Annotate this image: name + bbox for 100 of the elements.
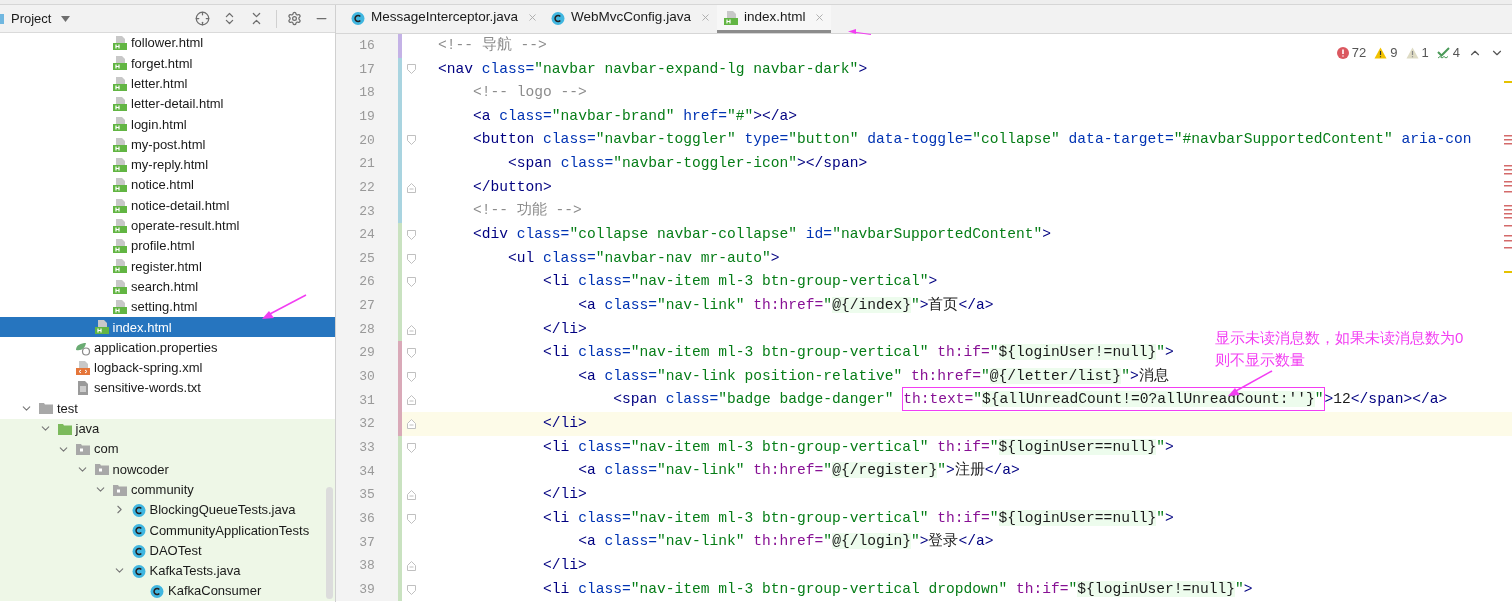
html-file-icon bbox=[112, 299, 128, 315]
tree-item[interactable]: java bbox=[0, 418, 335, 439]
fold-marker-icon[interactable] bbox=[406, 490, 416, 500]
fold-marker-icon[interactable] bbox=[406, 229, 416, 240]
fold-marker-icon[interactable] bbox=[406, 182, 416, 193]
fold-marker-icon[interactable] bbox=[406, 560, 416, 571]
code-line: <div class="collapse navbar-collapse" id="navbarSupportedContent"> bbox=[472, 225, 1052, 244]
scrollbar-thumb[interactable] bbox=[326, 487, 333, 599]
code-line: <li class="nav-item ml-3 btn-group-vertical dropdown" th:if="${loginUser!=null}"> bbox=[542, 579, 1253, 599]
fold-marker-icon[interactable] bbox=[406, 135, 416, 146]
close-icon[interactable] bbox=[814, 12, 826, 23]
code-line: <nav class="navbar navbar-expand-lg navbar-dark"> bbox=[437, 59, 868, 79]
inspection-count[interactable]: 1 bbox=[1405, 43, 1429, 63]
html-file-icon bbox=[112, 197, 128, 214]
code-line: <a class="nav-link position-relative" th:href="@{/letter/list}">消息 bbox=[577, 366, 1169, 386]
fold-marker-icon[interactable] bbox=[406, 419, 416, 430]
inspection-count[interactable]: 72 bbox=[1336, 43, 1367, 63]
code-line: <li class="nav-item ml-3 btn-group-vertical" th:if="${loginUser==null}"> bbox=[542, 508, 1174, 528]
line-number: 23 bbox=[336, 199, 398, 224]
line-number: 36 bbox=[336, 506, 398, 531]
code-line: <button class="navbar-toggler" type="button" data-toggle="collapse" data-target="#navbarSupportedContent" aria-con bbox=[472, 130, 1472, 150]
line-number: 28 bbox=[336, 317, 398, 342]
code-line: <span class="badge badge-danger" th:text="${allUnreadCount!=0?allUnreadCount:''}">12</span></a> bbox=[420, 389, 1448, 412]
tree-item[interactable]: com bbox=[0, 438, 335, 460]
code-line: <a class="navbar-brand" href="#"></a> bbox=[472, 106, 798, 126]
line-number: 30 bbox=[336, 364, 398, 389]
fold-marker-icon[interactable] bbox=[406, 253, 416, 264]
code-line: </li> bbox=[542, 414, 587, 434]
inspection-count[interactable]: 4 bbox=[1436, 43, 1460, 63]
tree-item[interactable]: DAOTest bbox=[0, 540, 335, 561]
annotation-note: 显示未读消息数，如果未读消息数为0 则不显示数量 bbox=[1215, 328, 1464, 370]
arrow-drawing bbox=[847, 28, 874, 36]
class-icon bbox=[350, 9, 366, 26]
tree-item[interactable]: CommunityApplicationTests bbox=[0, 520, 335, 541]
caret-icon bbox=[61, 15, 71, 22]
fold-marker-icon[interactable] bbox=[406, 371, 416, 382]
code-line: </li> bbox=[542, 319, 587, 339]
line-number: 16 bbox=[336, 34, 398, 58]
html-file-icon bbox=[722, 9, 739, 26]
fold-marker-icon[interactable] bbox=[406, 277, 416, 288]
html-file-icon bbox=[112, 75, 128, 92]
project-view-dropdown[interactable]: Project bbox=[11, 8, 71, 29]
locate-icon[interactable] bbox=[195, 11, 210, 26]
class-icon bbox=[130, 522, 147, 539]
class-icon bbox=[149, 583, 165, 600]
code-line: <li class="nav-item ml-3 btn-group-vertical" th:if="${loginUser==null}"> bbox=[542, 437, 1174, 457]
code-line: </li> bbox=[542, 485, 587, 505]
html-file-icon bbox=[112, 55, 128, 72]
fold-marker-icon[interactable] bbox=[406, 395, 416, 406]
html-file-icon bbox=[112, 238, 128, 255]
fold-marker-icon[interactable] bbox=[406, 348, 416, 359]
fold-marker-icon[interactable] bbox=[406, 584, 416, 595]
line-number: 24 bbox=[336, 223, 398, 247]
line-number: 17 bbox=[336, 57, 398, 82]
text-file-icon bbox=[75, 380, 91, 397]
html-file-icon bbox=[112, 35, 128, 52]
line-number: 33 bbox=[336, 435, 398, 460]
code-line: <ul class="navbar-nav mr-auto"> bbox=[507, 248, 780, 268]
line-number: 27 bbox=[336, 294, 398, 318]
code-line: </li> bbox=[542, 555, 587, 575]
html-file-icon bbox=[112, 96, 128, 113]
html-file-icon bbox=[112, 136, 128, 153]
editor-tab[interactable]: MessageInterceptor.java bbox=[344, 5, 545, 33]
code-line: <!-- logo --> bbox=[472, 83, 587, 103]
html-file-icon bbox=[112, 258, 128, 275]
code-line: <a class="nav-link" th:href="@{/register}">注册</a> bbox=[577, 460, 1020, 481]
inspection-count[interactable]: 9 bbox=[1374, 43, 1398, 63]
package-folder-icon bbox=[93, 461, 110, 478]
close-icon[interactable] bbox=[527, 12, 539, 23]
fold-marker-icon[interactable] bbox=[406, 513, 416, 524]
code-line: <!-- 功能 --> bbox=[472, 200, 582, 221]
tree-item[interactable]: nowcoder bbox=[0, 459, 335, 480]
tree-item[interactable]: index.html bbox=[0, 317, 335, 338]
close-icon[interactable] bbox=[699, 12, 711, 23]
tree-item[interactable]: KafkaConsumer bbox=[0, 581, 335, 602]
html-file-icon bbox=[93, 319, 110, 336]
code-line: <a class="nav-link" th:href="@{/index}">首页</a> bbox=[577, 295, 994, 315]
line-number: 22 bbox=[336, 175, 398, 200]
fold-marker-icon[interactable] bbox=[406, 324, 416, 335]
warning-icon bbox=[1405, 46, 1419, 59]
class-icon bbox=[130, 542, 147, 559]
line-number: 29 bbox=[336, 341, 398, 365]
class-icon bbox=[130, 501, 147, 518]
checkmark-icon bbox=[1436, 46, 1450, 59]
line-number: 20 bbox=[336, 128, 398, 153]
settings-icon[interactable] bbox=[287, 11, 302, 26]
editor-tab[interactable]: WebMvcConfig.java bbox=[544, 5, 717, 33]
line-number: 32 bbox=[336, 412, 398, 436]
line-number: 38 bbox=[336, 554, 398, 578]
warning-icon bbox=[1374, 46, 1388, 59]
arrow-drawing bbox=[260, 293, 308, 321]
line-number: 25 bbox=[336, 246, 398, 271]
html-file-icon bbox=[112, 217, 128, 234]
line-number: 34 bbox=[336, 459, 398, 484]
class-icon bbox=[130, 562, 147, 579]
fold-marker-icon[interactable] bbox=[406, 442, 416, 453]
editor-tab[interactable]: index.html bbox=[716, 5, 832, 33]
fold-marker-icon[interactable] bbox=[406, 64, 416, 75]
code-line: <li class="nav-item ml-3 btn-group-vertical"> bbox=[542, 272, 938, 292]
line-number: 21 bbox=[336, 152, 398, 176]
